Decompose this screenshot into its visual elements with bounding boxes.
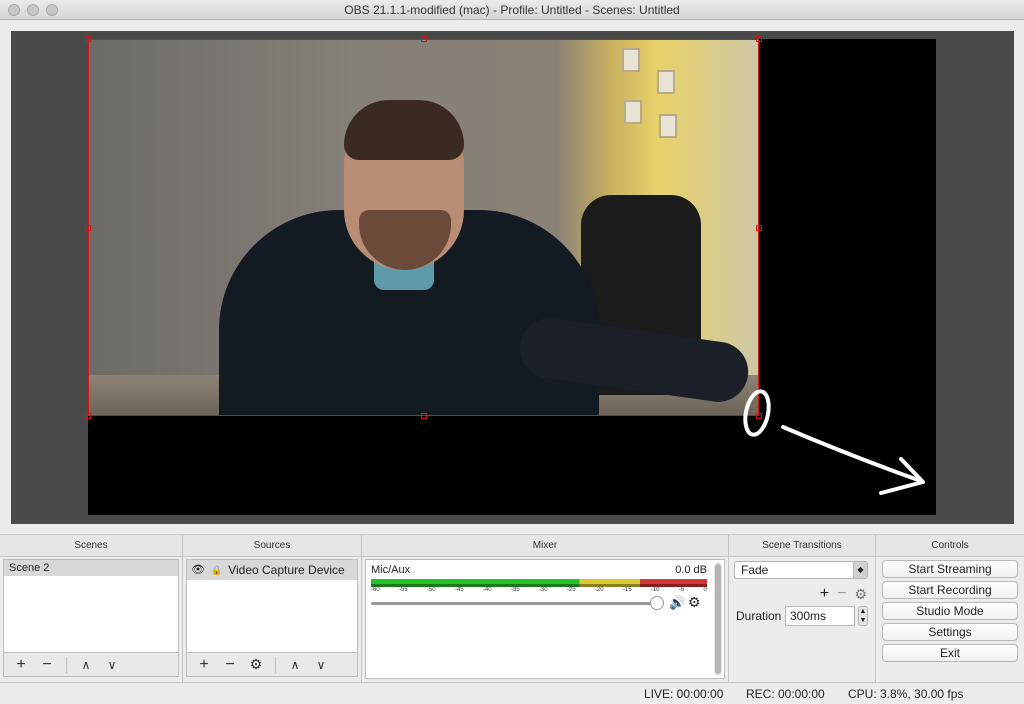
move-source-up-button[interactable]: ∧ [284,655,306,675]
remove-source-button[interactable]: − [219,655,241,675]
title-bar: OBS 21.1.1-modified (mac) - Profile: Unt… [0,0,1024,20]
resize-handle-bottom-left[interactable] [85,413,91,419]
rec-status: REC: 00:00:00 [746,687,825,701]
meter-tick-label: -20 [594,587,604,593]
meter-tick-label: -35 [510,587,520,593]
exit-button[interactable]: Exit [882,644,1018,662]
start-recording-button[interactable]: Start Recording [882,581,1018,599]
meter-tick-label: -10 [650,587,660,593]
sources-toolbar: + − ⚙ ∧ ∨ [186,653,358,677]
duration-label: Duration [736,609,782,623]
meter-tick-label: -50 [426,587,436,593]
eye-icon[interactable]: 👁 [191,560,205,580]
resize-handle-right[interactable] [756,225,762,231]
wall-picture [657,70,675,94]
scenes-list[interactable]: Scene 2 [3,559,179,653]
mixer-panel: Mixer Mic/Aux 0.0 dB -60 -55 -50 -45 -40 -35-… [362,535,729,683]
sources-header: Sources [183,535,361,557]
toolbar-divider [66,656,67,673]
resize-handle-top-left[interactable] [85,36,91,42]
person-hair [344,100,464,160]
resize-handle-top[interactable] [421,36,427,42]
source-item[interactable]: 👁 🔒 Video Capture Device [187,560,357,580]
move-scene-up-button[interactable]: ∧ [75,655,97,675]
mixer-channel-row: Mic/Aux 0.0 dB [371,564,707,576]
wall-picture [659,114,677,138]
wall-picture [624,100,642,124]
settings-button[interactable]: Settings [882,623,1018,641]
remove-scene-button[interactable]: − [36,655,58,675]
output-canvas[interactable] [85,36,936,515]
transitions-panel: Scene Transitions Fade ◆ + − ⚙ Duration … [729,535,876,683]
duration-stepper[interactable]: ▲ ▼ [858,606,868,626]
transition-select[interactable]: Fade ◆ [734,561,868,579]
mixer-header: Mixer [362,535,728,557]
mixer-channel-name: Mic/Aux [371,564,411,576]
meter-tick-label: -5 [678,587,685,593]
meter-tick-label: -25 [566,587,576,593]
scenes-toolbar: + − ∧ ∨ [3,653,179,677]
scenes-panel: Scenes Scene 2 + − ∧ ∨ [0,535,183,683]
resize-handle-bottom[interactable] [421,413,427,419]
chevron-updown-icon: ◆ [853,562,867,578]
volume-slider[interactable] [371,602,661,605]
preview-area[interactable] [11,31,1014,524]
meter-tick-label: -45 [454,587,464,593]
add-scene-button[interactable]: + [10,655,32,675]
move-source-down-button[interactable]: ∨ [310,655,332,675]
controls-panel: Controls Start Streaming Start Recording… [876,535,1024,683]
lock-icon[interactable]: 🔒 [211,560,222,580]
studio-mode-button[interactable]: Studio Mode [882,602,1018,620]
window-title: OBS 21.1.1-modified (mac) - Profile: Unt… [344,3,680,17]
mixer-channels: Mic/Aux 0.0 dB -60 -55 -50 -45 -40 -35 -30 -25-… [365,559,725,679]
move-scene-down-button[interactable]: ∨ [101,655,123,675]
bottom-dock: Scenes Scene 2 + − ∧ ∨ Sources 👁 🔒 Video… [0,534,1024,683]
status-bar: LIVE: 00:00:00 REC: 00:00:00 CPU: 3.8%, … [0,682,1024,704]
mixer-scroll-thumb[interactable] [715,564,721,674]
resize-handle-top-right[interactable] [756,36,762,42]
scene-item[interactable]: Scene 2 [4,560,178,576]
sources-panel: Sources 👁 🔒 Video Capture Device + − ⚙ ∧… [183,535,362,683]
resize-handle-bottom-right[interactable] [756,413,762,419]
transition-select-value: Fade [741,563,769,577]
add-source-button[interactable]: + [193,655,215,675]
meter-scale: -60 -55 -50 -45 -40 -35 -30 -25 -20 -15 -10 -5 0 [371,587,707,593]
volume-slider-knob[interactable] [650,596,664,610]
transition-tools: + − ⚙ [820,585,867,603]
transitions-header: Scene Transitions [729,535,875,557]
sources-list[interactable]: 👁 🔒 Video Capture Device [186,559,358,653]
mixer-channel-level: 0.0 dB [675,564,707,576]
controls-header: Controls [876,535,1024,557]
speaker-icon[interactable]: 🔊 [669,595,685,611]
live-status: LIVE: 00:00:00 [644,687,724,701]
meter-tick-label: -60 [371,587,380,593]
meter-tick-label: -40 [482,587,492,593]
cpu-status: CPU: 3.8%, 30.00 fps [848,687,964,701]
duration-input[interactable]: 300ms [785,606,855,626]
wall-picture [622,48,640,72]
remove-transition-button[interactable]: − [837,585,846,603]
resize-handle-left[interactable] [85,225,91,231]
source-item-label: Video Capture Device [228,563,345,577]
meter-tick-label: -30 [538,587,548,593]
meter-tick-label: -55 [398,587,408,593]
scenes-header: Scenes [0,535,182,557]
meter-tick-label: 0 [703,587,707,593]
meter-tick-label: -15 [622,587,632,593]
mixer-scrollbar[interactable] [714,562,722,676]
video-capture-source[interactable] [88,39,759,416]
toolbar-divider [275,656,276,673]
add-transition-button[interactable]: + [820,585,829,603]
start-streaming-button[interactable]: Start Streaming [882,560,1018,578]
mixer-gear-icon[interactable]: ⚙ [688,594,701,611]
transition-gear-icon[interactable]: ⚙ [854,586,867,603]
source-properties-gear-icon[interactable]: ⚙ [245,655,267,675]
preview-pane [0,20,1024,534]
